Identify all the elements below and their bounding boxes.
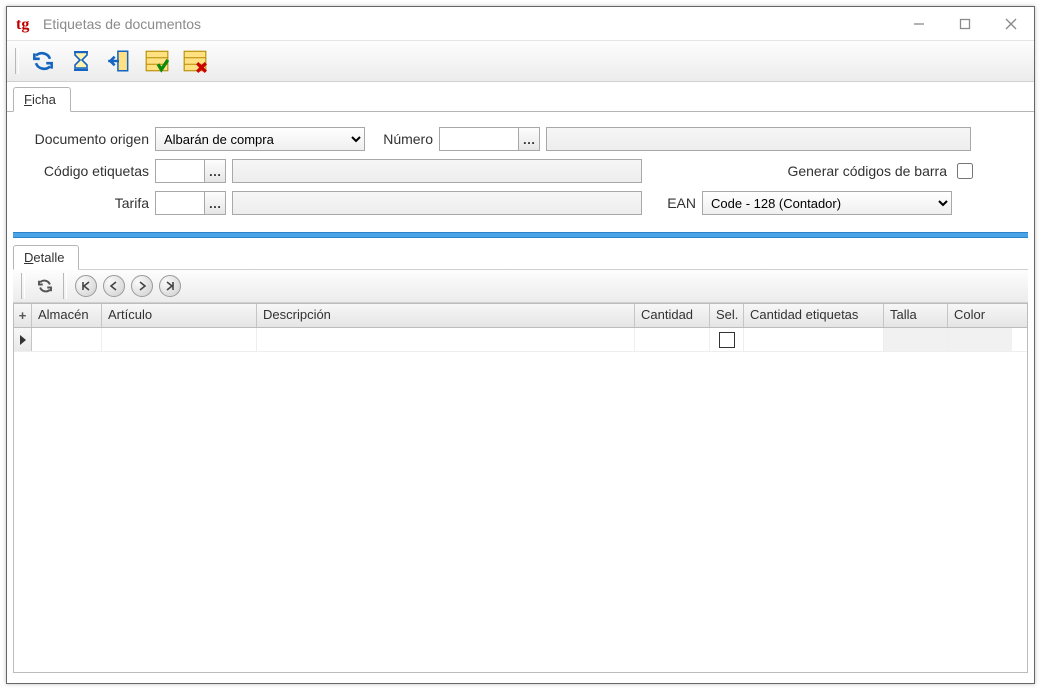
cell-talla[interactable] (884, 328, 948, 351)
detail-toolbar (13, 269, 1028, 303)
deselect-all-icon (182, 48, 208, 74)
minimize-button[interactable] (896, 7, 942, 41)
tarifa-description (232, 191, 642, 215)
process-button[interactable] (65, 45, 97, 77)
tab-ficha-label: icha (32, 92, 56, 107)
grid-add-row-button[interactable]: + (14, 304, 32, 327)
cell-cantidad-etiquetas[interactable] (744, 328, 884, 351)
col-header-sel[interactable]: Sel. (710, 304, 744, 327)
nav-first-button[interactable] (75, 275, 97, 297)
grid-body (14, 328, 1027, 672)
current-row-icon (19, 335, 27, 345)
tab-detalle[interactable]: Detalle (13, 245, 79, 270)
select-all-icon (144, 48, 170, 74)
next-icon (136, 280, 148, 292)
numero-lookup-button[interactable]: … (518, 127, 540, 151)
col-header-talla[interactable]: Talla (884, 304, 948, 327)
tarifa-label: Tarifa (15, 195, 155, 211)
tab-ficha[interactable]: Ficha (13, 87, 71, 112)
window-root: tg Etiquetas de documentos (6, 6, 1035, 684)
cell-descripcion[interactable] (257, 328, 635, 351)
app-icon: tg (15, 13, 37, 35)
col-header-almacen[interactable]: Almacén (32, 304, 102, 327)
ellipsis-icon: … (523, 132, 536, 147)
cell-cantidad[interactable] (635, 328, 710, 351)
refresh-button[interactable] (27, 45, 59, 77)
numero-input[interactable] (439, 127, 519, 151)
last-icon (164, 280, 176, 292)
horizontal-splitter[interactable] (13, 232, 1028, 238)
documento-origen-label: Documento origen (15, 131, 155, 147)
app-icon-text: tg (16, 16, 29, 33)
codigo-etiquetas-description (232, 159, 642, 183)
ellipsis-icon: … (209, 164, 222, 179)
tab-detalle-label: etalle (33, 250, 64, 265)
generar-codigos-barra-label: Generar códigos de barra (787, 163, 947, 179)
col-header-color[interactable]: Color (948, 304, 1012, 327)
toolbar-separator (15, 48, 19, 74)
nav-next-button[interactable] (131, 275, 153, 297)
detalle-tabrow: Detalle (7, 244, 1034, 269)
detail-grid[interactable]: + Almacén Artículo Descripción Cantidad … (13, 303, 1028, 673)
exit-icon (106, 48, 132, 74)
generar-codigos-barra-checkbox[interactable]: Generar códigos de barra (787, 160, 976, 182)
col-header-articulo[interactable]: Artículo (102, 304, 257, 327)
tarifa-lookup-button[interactable]: … (204, 191, 226, 215)
grid-header: + Almacén Artículo Descripción Cantidad … (14, 304, 1027, 328)
refresh-icon (30, 48, 56, 74)
ean-label: EAN (642, 195, 702, 211)
col-header-cantidad-etiquetas[interactable]: Cantidad etiquetas (744, 304, 884, 327)
titlebar: tg Etiquetas de documentos (7, 7, 1034, 41)
deselect-all-button[interactable] (179, 45, 211, 77)
codigo-etiquetas-input[interactable] (155, 159, 205, 183)
row-indicator[interactable] (14, 328, 32, 351)
close-button[interactable] (988, 7, 1034, 41)
ellipsis-icon: … (209, 196, 222, 211)
tarifa-input[interactable] (155, 191, 205, 215)
refresh-icon (36, 277, 54, 295)
numero-label: Número (369, 131, 439, 147)
exit-button[interactable] (103, 45, 135, 77)
ficha-form: Documento origen Albarán de compra Númer… (7, 111, 1034, 232)
ean-select[interactable]: Code - 128 (Contador) (702, 191, 952, 215)
grid-refresh-button[interactable] (33, 274, 57, 298)
numero-description (546, 127, 971, 151)
nav-last-button[interactable] (159, 275, 181, 297)
col-header-cantidad[interactable]: Cantidad (635, 304, 710, 327)
cell-sel[interactable] (710, 328, 744, 351)
cell-articulo[interactable] (102, 328, 257, 351)
hourglass-icon (69, 48, 93, 74)
sel-checkbox[interactable] (719, 332, 735, 348)
toolbar-separator (63, 273, 67, 299)
main-toolbar (7, 41, 1034, 82)
select-all-button[interactable] (141, 45, 173, 77)
toolbar-separator (21, 273, 25, 299)
maximize-button[interactable] (942, 7, 988, 41)
table-row[interactable] (14, 328, 1027, 352)
codigo-etiquetas-label: Código etiquetas (15, 163, 155, 179)
prev-icon (108, 280, 120, 292)
cell-color[interactable] (948, 328, 1012, 351)
ficha-tabrow: Ficha (7, 82, 1034, 111)
cell-almacen[interactable] (32, 328, 102, 351)
codigo-etiquetas-lookup-button[interactable]: … (204, 159, 226, 183)
window-title: Etiquetas de documentos (43, 16, 896, 32)
first-icon (80, 280, 92, 292)
documento-origen-select[interactable]: Albarán de compra (155, 127, 365, 151)
nav-prev-button[interactable] (103, 275, 125, 297)
col-header-descripcion[interactable]: Descripción (257, 304, 635, 327)
